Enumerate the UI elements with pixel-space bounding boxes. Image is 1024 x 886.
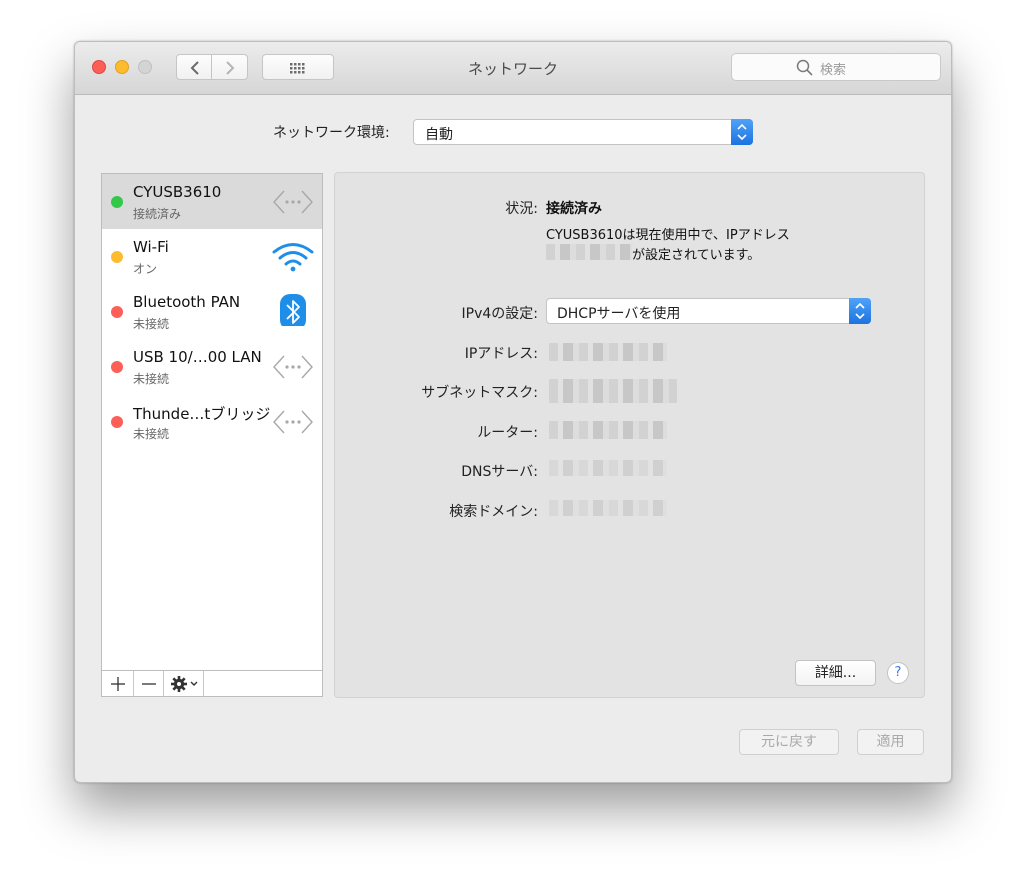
status-dot-red <box>111 416 123 428</box>
minus-icon <box>142 683 156 685</box>
service-list: CYUSB3610 接続済み Wi-Fi オン Bluetooth PAN 未接… <box>101 173 323 697</box>
gear-icon <box>171 676 198 692</box>
service-name: USB 10/…00 LAN <box>133 348 262 366</box>
location-label: ネットワーク環境: <box>273 125 390 141</box>
status-value: 接続済み <box>546 201 602 217</box>
title-bar: ネットワーク 検索 <box>75 42 951 95</box>
status-label: 状況: <box>505 201 538 217</box>
help-button[interactable]: ? <box>887 662 909 684</box>
ipv4-config-label: IPv4の設定: <box>461 306 538 322</box>
ethernet-arrows-icon <box>273 355 313 379</box>
redacted-ip-address <box>546 244 632 260</box>
redacted-ip-value <box>549 343 667 361</box>
service-status: 接続済み <box>133 207 182 221</box>
network-preferences-window: ネットワーク 検索 ネットワーク環境: 自動 CYUSB3610 接続済み Wi… <box>74 41 952 783</box>
ethernet-arrows-icon <box>273 410 313 434</box>
ethernet-arrows-icon <box>273 190 313 214</box>
ipv4-config-popup[interactable]: DHCPサーバを使用 <box>546 298 871 324</box>
dns-server-label: DNSサーバ: <box>461 464 538 480</box>
redacted-router-value <box>549 421 667 439</box>
service-item-cyusb3610[interactable]: CYUSB3610 接続済み <box>102 174 322 229</box>
redacted-subnet-value <box>549 379 677 403</box>
service-status: 未接続 <box>133 372 170 386</box>
plus-icon <box>111 677 125 691</box>
service-name: Thunde…tブリッジ <box>133 405 271 423</box>
location-value: 自動 <box>425 127 453 143</box>
service-name: CYUSB3610 <box>133 183 222 201</box>
status-dot-green <box>111 196 123 208</box>
service-name: Bluetooth PAN <box>133 293 241 311</box>
service-item-usb-lan[interactable]: USB 10/…00 LAN 未接続 <box>102 339 322 394</box>
service-status: 未接続 <box>133 317 170 331</box>
status-dot-red <box>111 361 123 373</box>
service-list-toolbar <box>102 670 322 696</box>
ip-address-label: IPアドレス: <box>464 346 538 362</box>
service-status: オン <box>133 262 158 276</box>
search-placeholder: 検索 <box>820 63 847 78</box>
search-field[interactable]: 検索 <box>731 53 941 81</box>
status-description-line1: CYUSB3610は現在使用中で、IPアドレス <box>546 228 790 243</box>
apply-button[interactable]: 適用 <box>857 729 924 755</box>
service-item-thunderbolt-bridge[interactable]: Thunde…tブリッジ 未接続 <box>102 394 322 449</box>
subnet-mask-label: サブネットマスク: <box>421 385 538 401</box>
service-item-bluetooth-pan[interactable]: Bluetooth PAN 未接続 <box>102 284 322 339</box>
bluetooth-icon <box>280 294 306 326</box>
revert-button[interactable]: 元に戻す <box>739 729 839 755</box>
wifi-icon <box>272 243 314 272</box>
status-dot-red <box>111 306 123 318</box>
action-menu-button[interactable] <box>164 671 204 696</box>
redacted-dns-value <box>549 460 667 476</box>
advanced-button[interactable]: 詳細... <box>795 660 876 686</box>
ipv4-config-value: DHCPサーバを使用 <box>557 306 681 322</box>
search-domain-label: 検索ドメイン: <box>449 504 538 520</box>
location-popup[interactable]: 自動 <box>413 119 753 145</box>
remove-service-button[interactable] <box>134 671 164 696</box>
service-status: 未接続 <box>133 427 170 441</box>
service-detail-panel: 状況: 接続済み CYUSB3610は現在使用中で、IPアドレス が設定されてい… <box>334 172 925 698</box>
search-icon <box>796 59 813 76</box>
service-name: Wi-Fi <box>133 238 169 256</box>
popup-arrows-icon <box>731 119 753 145</box>
service-item-wifi[interactable]: Wi-Fi オン <box>102 229 322 284</box>
add-service-button[interactable] <box>102 671 134 696</box>
router-label: ルーター: <box>477 425 538 441</box>
status-dot-yellow <box>111 251 123 263</box>
popup-arrows-icon <box>849 298 871 324</box>
redacted-search-domain-value <box>549 500 667 516</box>
status-description-line2: が設定されています。 <box>632 248 761 263</box>
